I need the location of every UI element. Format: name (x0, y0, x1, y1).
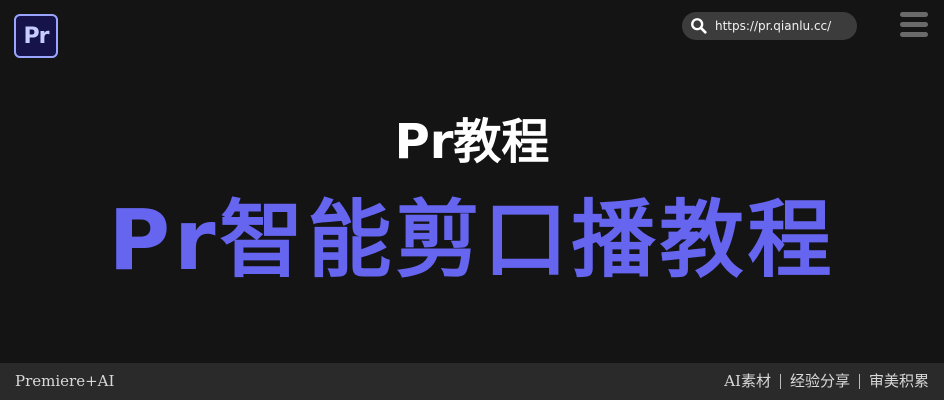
menu-bar-bottom (900, 32, 928, 37)
footer-divider (858, 374, 860, 389)
url-search-bar[interactable]: https://pr.qianlu.cc/ (682, 12, 857, 40)
url-text: https://pr.qianlu.cc/ (715, 19, 832, 33)
menu-bar-middle (900, 22, 928, 27)
hero-subtitle: Pr教程 (394, 114, 550, 170)
premiere-pro-logo[interactable]: Pr (14, 14, 58, 58)
footer-tags: AI素材 经验分享 审美积累 (724, 363, 929, 400)
footer-brand: Premiere+AI (15, 372, 115, 390)
logo-text: Pr (23, 23, 50, 49)
search-icon (691, 18, 707, 34)
footer-divider (779, 374, 781, 389)
menu-bar-top (900, 12, 928, 17)
footer-tag-ai-assets[interactable]: AI素材 (724, 363, 771, 400)
hero-title: Pr智能剪口播教程 (108, 191, 836, 289)
hamburger-menu-icon[interactable] (898, 10, 930, 40)
footer-tag-experience[interactable]: 经验分享 (790, 363, 850, 400)
footer-bar: Premiere+AI AI素材 经验分享 审美积累 (0, 363, 944, 400)
footer-tag-aesthetics[interactable]: 审美积累 (869, 363, 929, 400)
